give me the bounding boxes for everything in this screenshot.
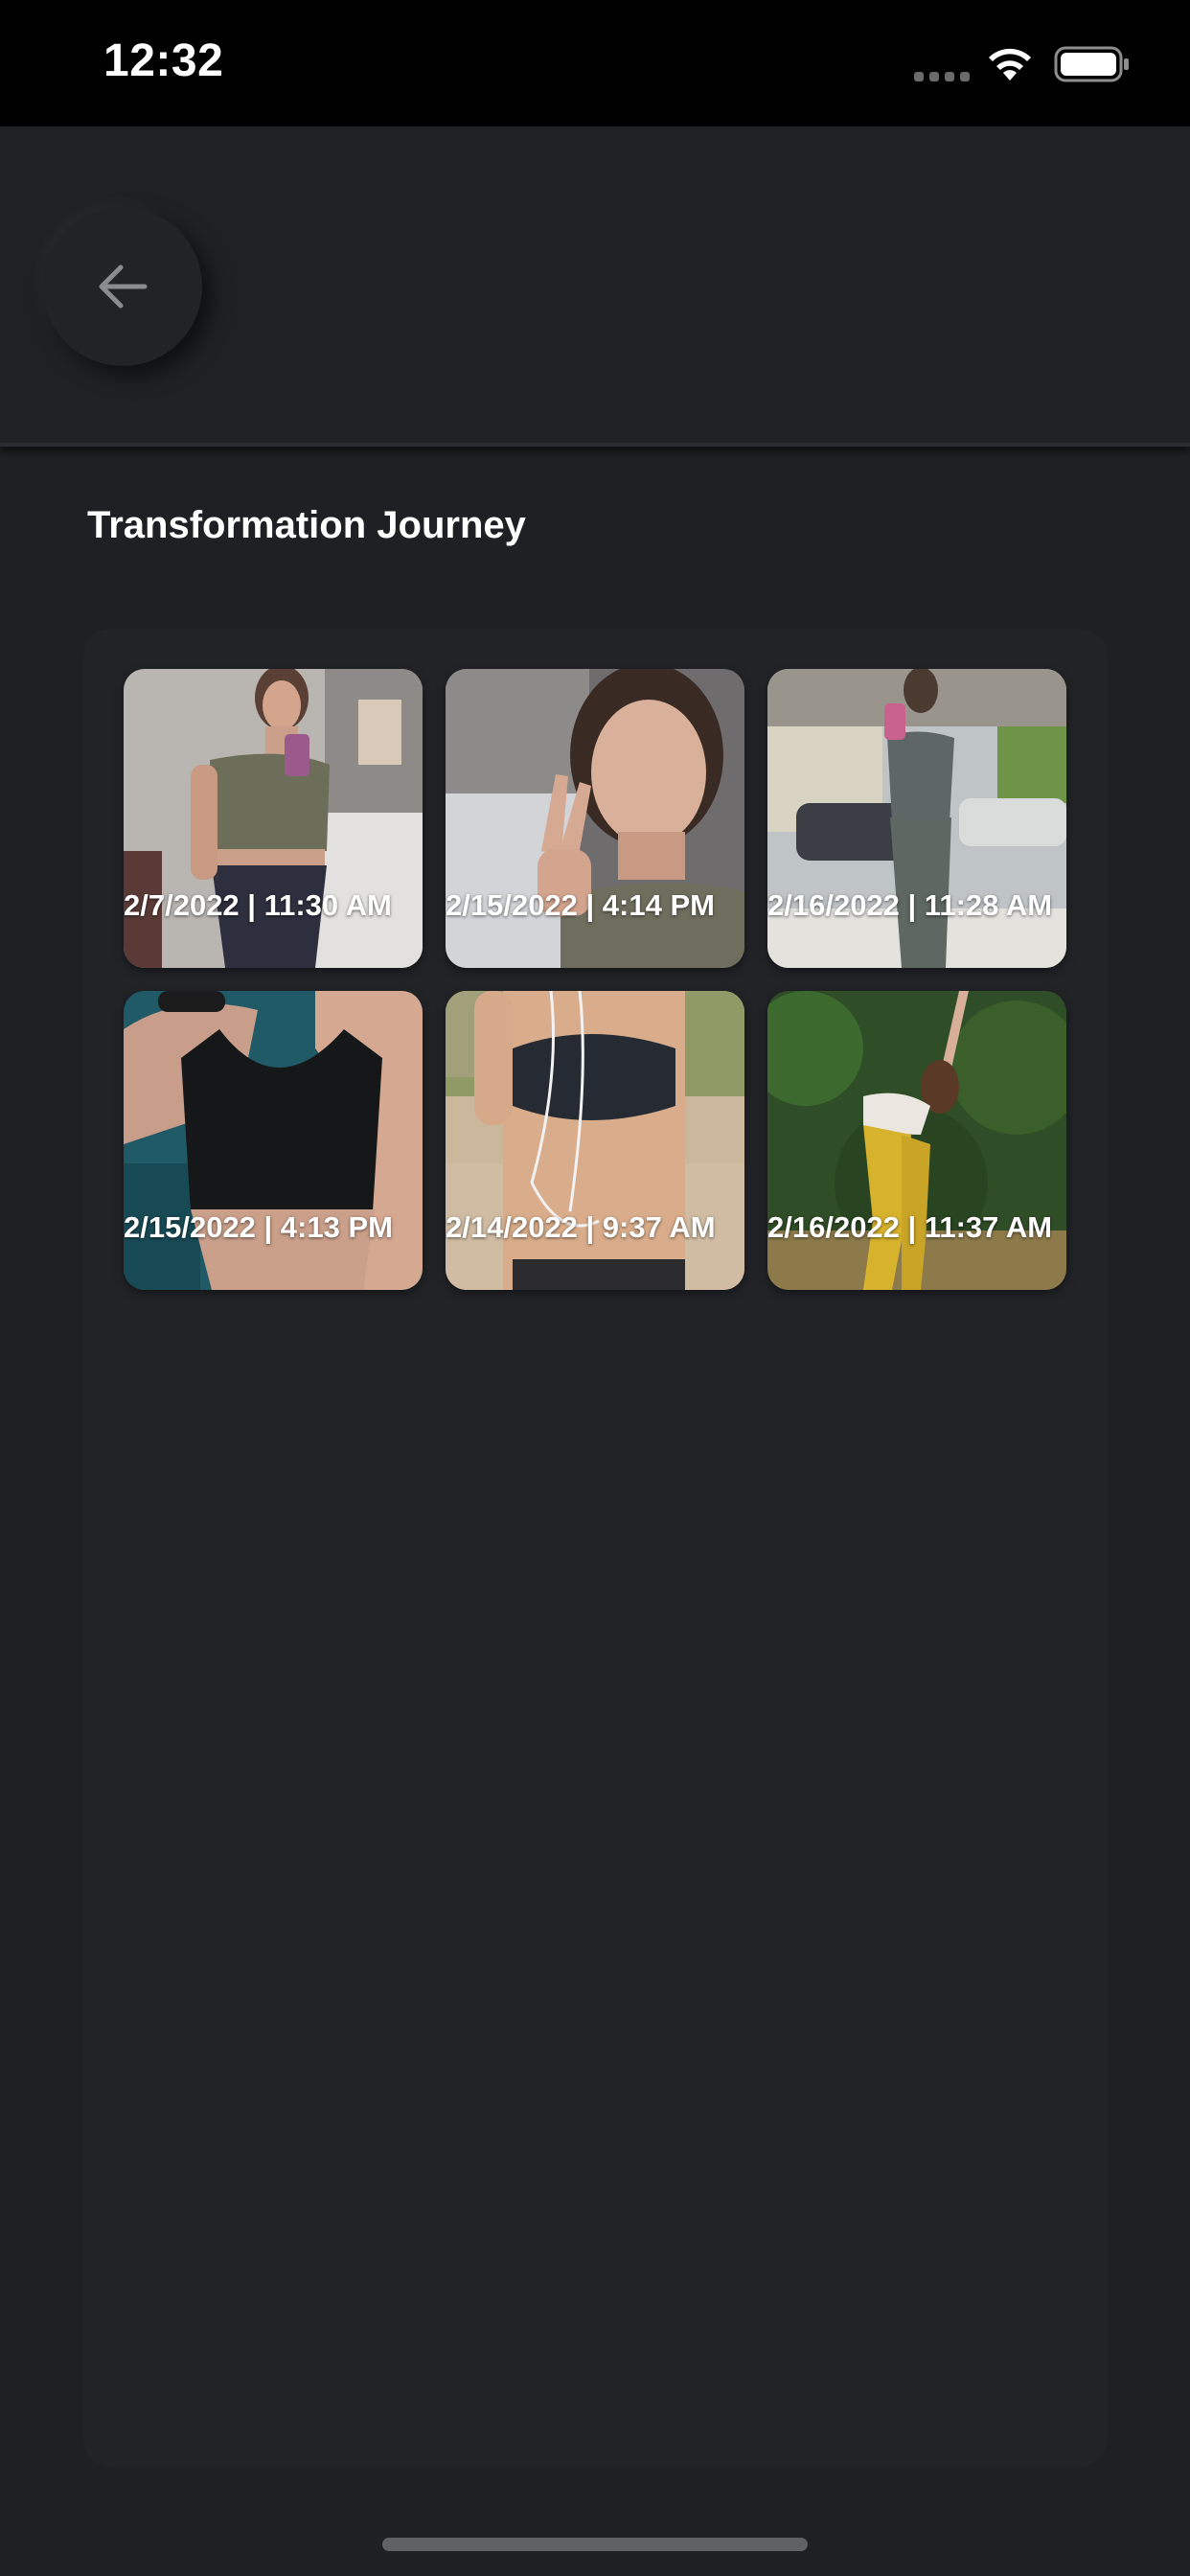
cellular-signal-icon — [914, 72, 970, 81]
progress-photo-1[interactable]: 2/7/2022 | 11:30 AM — [124, 669, 423, 968]
progress-photo-6[interactable]: 2/16/2022 | 11:37 AM — [767, 991, 1066, 1290]
photo-panel: 2/7/2022 | 11:30 AM 2/15/2022 | 4:14 PM — [83, 629, 1107, 2467]
status-time: 12:32 — [103, 35, 224, 86]
progress-photo-2[interactable]: 2/15/2022 | 4:14 PM — [446, 669, 744, 968]
back-button[interactable] — [43, 207, 202, 366]
page-title: Transformation Journey — [87, 504, 526, 546]
photo-caption: 2/14/2022 | 9:37 AM — [446, 1210, 716, 1244]
battery-icon — [1054, 46, 1129, 82]
arrow-left-icon — [99, 264, 148, 309]
status-bar: 12:32 — [0, 0, 1190, 126]
photo-caption: 2/7/2022 | 11:30 AM — [124, 888, 392, 922]
progress-photo-4[interactable]: 2/15/2022 | 4:13 PM — [124, 991, 423, 1290]
home-indicator[interactable] — [382, 2538, 808, 2551]
photo-caption: 2/15/2022 | 4:14 PM — [446, 888, 715, 922]
photo-caption: 2/16/2022 | 11:28 AM — [767, 888, 1053, 922]
progress-photo-5[interactable]: 2/14/2022 | 9:37 AM — [446, 991, 744, 1290]
photo-caption: 2/15/2022 | 4:13 PM — [124, 1210, 393, 1244]
photo-caption: 2/16/2022 | 11:37 AM — [767, 1210, 1053, 1244]
wifi-icon — [989, 48, 1031, 80]
header-divider — [0, 443, 1190, 447]
progress-photo-3[interactable]: 2/16/2022 | 11:28 AM — [767, 669, 1066, 968]
